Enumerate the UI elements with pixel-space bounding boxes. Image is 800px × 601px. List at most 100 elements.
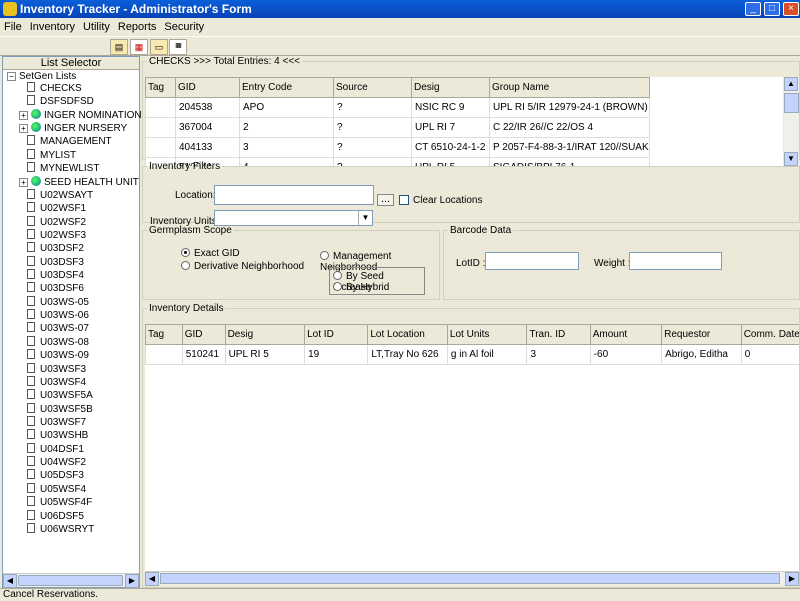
details-horizontal-scrollbar[interactable]: ◀ ▶: [145, 571, 799, 586]
column-header[interactable]: Entry Code: [239, 77, 334, 98]
scroll-up-icon[interactable]: ▲: [784, 77, 798, 91]
tree-item[interactable]: U02WSF1: [27, 202, 86, 215]
column-header[interactable]: GID: [175, 77, 240, 98]
weight-input[interactable]: [629, 252, 722, 270]
column-header[interactable]: Lot Units: [446, 324, 528, 345]
inventory-units-select[interactable]: ▼: [214, 210, 373, 226]
tree-item[interactable]: U03WSF5B: [27, 402, 93, 416]
scroll-thumb[interactable]: [160, 573, 780, 584]
maximize-button[interactable]: □: [764, 2, 780, 16]
tree-item[interactable]: U03WSF7: [27, 416, 86, 429]
tree-item[interactable]: + INGER NOMINATION LI:: [19, 108, 156, 122]
browse-location-button[interactable]: ...: [377, 194, 394, 206]
derivative-neighborhood-radio[interactable]: Derivative Neighborhood: [181, 261, 304, 272]
column-header[interactable]: Tag: [145, 77, 176, 98]
tree-item[interactable]: CHECKS: [27, 82, 82, 95]
tree-item[interactable]: U03WS-06: [27, 309, 89, 322]
exact-gid-radio[interactable]: Exact GID: [181, 248, 240, 259]
tree-item[interactable]: MYLIST: [27, 148, 76, 162]
barcode-icon[interactable]: IIIIII: [169, 39, 187, 55]
tree-item[interactable]: U03WS-05: [27, 295, 89, 309]
lotid-input[interactable]: [485, 252, 579, 270]
scroll-right-icon[interactable]: ▶: [785, 572, 799, 586]
tree-item[interactable]: U02WSF3: [27, 228, 86, 242]
menu-inventory[interactable]: Inventory: [26, 21, 79, 33]
tree-item[interactable]: U06WSRYT: [27, 522, 94, 536]
collapse-icon[interactable]: −: [7, 72, 16, 81]
column-header[interactable]: Tag: [145, 324, 183, 345]
column-header[interactable]: Group Name: [489, 77, 650, 98]
tree-item[interactable]: U05WSF4F: [27, 496, 92, 509]
radio-icon[interactable]: [181, 248, 190, 257]
tree-item[interactable]: U02WSAYT: [27, 188, 93, 202]
tree-item[interactable]: U03WSF3: [27, 362, 86, 376]
minimize-button[interactable]: _: [745, 2, 761, 16]
table-row[interactable]: 510241 UPL RI 5 19 LT,Tray No 626 g in Al fo…: [145, 344, 799, 365]
barcode-data-legend: Barcode Data: [450, 225, 512, 236]
expand-icon[interactable]: +: [19, 177, 28, 187]
column-header[interactable]: Requestor: [661, 324, 742, 345]
horizontal-scrollbar[interactable]: ◀ ▶: [3, 573, 139, 588]
tree-item[interactable]: U04WSF2: [27, 456, 86, 469]
tree-root[interactable]: − SetGen Lists: [7, 71, 76, 82]
tree-item[interactable]: U05DSF3: [27, 469, 84, 482]
scroll-right-icon[interactable]: ▶: [125, 574, 139, 588]
scroll-left-icon[interactable]: ◀: [145, 572, 159, 586]
tree-item[interactable]: U03WSHB: [27, 429, 88, 442]
tree-item[interactable]: MANAGEMENT: [27, 135, 112, 148]
print-icon[interactable]: ▭: [150, 39, 168, 55]
column-header[interactable]: Desig: [411, 77, 490, 98]
tree-item[interactable]: U05WSF4: [27, 482, 86, 496]
tree-item[interactable]: DSFSDFSD: [27, 95, 94, 108]
tree-item[interactable]: + INGER NURSERY: [19, 122, 127, 135]
inventory-filters-group: Inventory Filters Location: ... Clear Lo…: [142, 161, 800, 227]
scroll-thumb[interactable]: [784, 93, 799, 113]
tree-item[interactable]: U03DSF4: [27, 269, 84, 282]
column-header[interactable]: GID: [181, 324, 226, 345]
scroll-left-icon[interactable]: ◀: [3, 574, 17, 588]
menu-utility[interactable]: Utility: [79, 21, 114, 33]
tree-item[interactable]: U03DSF3: [27, 255, 84, 269]
location-input[interactable]: [214, 185, 374, 205]
column-header[interactable]: Tran. ID: [526, 324, 591, 345]
table-row[interactable]: 367004 2? UPL RI 7C 22/IR 26//C 22/OS 4: [145, 117, 650, 138]
tree-item[interactable]: U03DSF6: [27, 282, 84, 295]
tree-item[interactable]: + SEED HEALTH UNIT: [19, 175, 139, 189]
radio-icon[interactable]: [333, 282, 342, 291]
column-header[interactable]: Desig: [224, 324, 306, 345]
radio-icon[interactable]: [333, 271, 342, 280]
vertical-scrollbar[interactable]: ▲ ▼: [784, 77, 799, 166]
column-header[interactable]: Lot ID: [304, 324, 369, 345]
tree-item[interactable]: U03WSF5A: [27, 389, 93, 402]
tree-item[interactable]: U03WSF4: [27, 375, 86, 389]
tree-item[interactable]: MYNEWLIST: [27, 162, 99, 175]
by-hybrid-radio[interactable]: By Hybrid: [333, 282, 389, 293]
table-row[interactable]: 204538 APO? NSIC RC 9 UPL RI 5/IR 12979-24-…: [145, 97, 650, 118]
tree-item[interactable]: U06DSF5: [27, 509, 84, 523]
column-header[interactable]: Lot Location: [367, 324, 448, 345]
scroll-thumb[interactable]: [18, 575, 123, 586]
close-button[interactable]: ×: [783, 2, 799, 16]
tree-item[interactable]: U04DSF1: [27, 442, 84, 456]
menu-security[interactable]: Security: [160, 21, 208, 33]
tree-item[interactable]: U03DSF2: [27, 242, 84, 255]
radio-icon[interactable]: [181, 261, 190, 270]
new-document-icon[interactable]: ▤: [110, 39, 128, 55]
chevron-down-icon[interactable]: ▼: [358, 211, 372, 225]
tree-item[interactable]: U03WS-07: [27, 322, 89, 335]
tree-item[interactable]: U03WS-08: [27, 335, 89, 349]
column-header[interactable]: Comm. Date: [740, 324, 799, 345]
clear-locations-checkbox[interactable]: [399, 195, 409, 205]
menu-file[interactable]: File: [0, 21, 26, 33]
radio-icon[interactable]: [320, 251, 329, 260]
column-header[interactable]: Source: [333, 77, 412, 98]
tree-item[interactable]: U02WSF2: [27, 215, 86, 229]
table-row[interactable]: 404133 3? CT 6510-24-1-2 P 2057-F4-88-3-1/I…: [145, 137, 650, 158]
table-cell: [145, 117, 176, 138]
expand-icon[interactable]: +: [19, 110, 28, 120]
column-header[interactable]: Amount: [589, 324, 663, 345]
expand-icon[interactable]: +: [19, 124, 28, 134]
save-report-icon[interactable]: ▦: [130, 39, 148, 55]
tree-item[interactable]: U03WS-09: [27, 349, 89, 362]
menu-reports[interactable]: Reports: [114, 21, 161, 33]
